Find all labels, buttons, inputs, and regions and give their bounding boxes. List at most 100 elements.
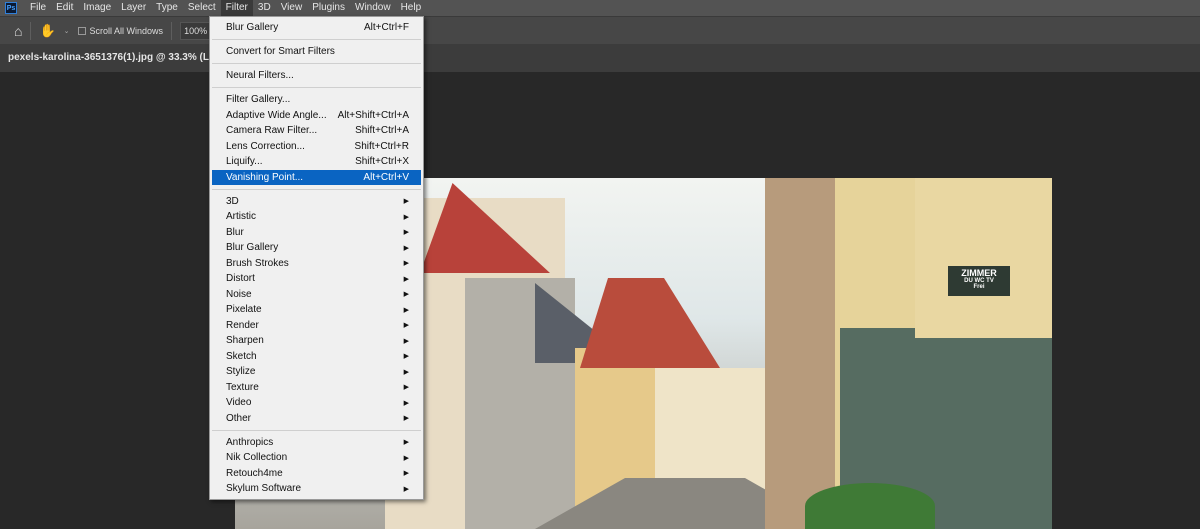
menu-plugins[interactable]: Plugins (307, 0, 350, 16)
submenu-arrow-icon: ▶ (403, 322, 409, 330)
menu-item-label: Neural Filters... (226, 70, 294, 82)
menu-item-label: Texture (226, 381, 259, 393)
menu-item-anthropics[interactable]: Anthropics ▶ (212, 435, 421, 451)
submenu-arrow-icon: ▶ (403, 244, 409, 252)
menu-item-label: Filter Gallery... (226, 94, 291, 106)
document-tab[interactable]: pexels-karolina-3651376(1).jpg @ 33.3% (… (8, 52, 230, 63)
submenu-arrow-icon: ▶ (403, 291, 409, 299)
menu-item-label: Liquify... (226, 156, 263, 168)
menu-item-render[interactable]: Render ▶ (212, 318, 421, 334)
menu-filter[interactable]: Filter (220, 0, 253, 16)
menu-file[interactable]: File (25, 0, 51, 16)
menu-item-blur-gallery[interactable]: Blur Gallery ▶ (212, 240, 421, 256)
menu-image[interactable]: Image (78, 0, 116, 16)
scroll-all-label: Scroll All Windows (89, 25, 164, 36)
menu-item-blur[interactable]: Blur ▶ (212, 225, 421, 241)
menu-separator (212, 63, 421, 65)
menu-item-other[interactable]: Other ▶ (212, 411, 421, 427)
menu-item-liquify[interactable]: Liquify... Shift+Ctrl+X (212, 154, 421, 170)
shortcut-label: Alt+Ctrl+V (363, 171, 409, 183)
shortcut-label: Alt+Shift+Ctrl+A (337, 109, 409, 121)
menu-item-convert-for-smart-filters[interactable]: Convert for Smart Filters (212, 44, 421, 60)
options-bar: ⌂ ✋ ⌄ Scroll All Windows 100% (0, 16, 1200, 44)
menu-item-sharpen[interactable]: Sharpen ▶ (212, 333, 421, 349)
menu-item-label: Camera Raw Filter... (226, 125, 318, 137)
menu-item-vanishing-point[interactable]: Vanishing Point... Alt+Ctrl+V (212, 169, 421, 185)
menu-separator (212, 429, 421, 431)
menu-item-label: Sketch (226, 350, 257, 362)
home-icon[interactable]: ⌂ (14, 23, 22, 39)
menu-type[interactable]: Type (151, 0, 183, 16)
divider (30, 21, 32, 40)
menu-item-sketch[interactable]: Sketch ▶ (212, 349, 421, 365)
menu-item-texture[interactable]: Texture ▶ (212, 380, 421, 396)
menu-item-noise[interactable]: Noise ▶ (212, 287, 421, 303)
menu-item-skylum-software[interactable]: Skylum Software ▶ (212, 481, 421, 497)
divider (171, 21, 173, 40)
submenu-arrow-icon: ▶ (403, 337, 409, 345)
menu-item-video[interactable]: Video ▶ (212, 395, 421, 411)
shortcut-label: Shift+Ctrl+A (355, 125, 409, 137)
menu-item-lens-correction[interactable]: Lens Correction... Shift+Ctrl+R (212, 139, 421, 155)
checkbox-icon[interactable] (77, 26, 86, 35)
submenu-arrow-icon: ▶ (403, 439, 409, 447)
shortcut-label: Alt+Ctrl+F (363, 22, 409, 34)
menu-item-label: Pixelate (226, 304, 262, 316)
menu-help[interactable]: Help (396, 0, 427, 16)
scroll-all-windows-checkbox[interactable]: Scroll All Windows (77, 25, 164, 36)
submenu-arrow-icon: ▶ (403, 384, 409, 392)
red-roof-2 (580, 278, 720, 368)
menu-window[interactable]: Window (350, 0, 396, 16)
menu-item-retouch4me[interactable]: Retouch4me ▶ (212, 466, 421, 482)
menu-item-label: Render (226, 319, 259, 331)
menu-edit[interactable]: Edit (51, 0, 78, 16)
submenu-arrow-icon: ▶ (403, 415, 409, 423)
menu-select[interactable]: Select (183, 0, 221, 16)
filter-menu: Blur Gallery Alt+Ctrl+F Convert for Smart … (209, 16, 424, 500)
photoshop-logo: Ps (5, 2, 17, 14)
building-right-3 (915, 178, 1052, 338)
chevron-down-icon[interactable]: ⌄ (64, 27, 70, 35)
menu-item-nik-collection[interactable]: Nik Collection ▶ (212, 450, 421, 466)
menu-item-pixelate[interactable]: Pixelate ▶ (212, 302, 421, 318)
menu-item-label: Blur Gallery (226, 22, 279, 34)
submenu-arrow-icon: ▶ (403, 485, 409, 493)
menu-layer[interactable]: Layer (116, 0, 151, 16)
menu-item-3d[interactable]: 3D ▶ (212, 194, 421, 210)
menu-item-label: Skylum Software (226, 483, 302, 495)
menu-item-label: Adaptive Wide Angle... (226, 109, 327, 121)
menu-item-label: Blur Gallery (226, 242, 279, 254)
menu-item-label: Stylize (226, 366, 256, 378)
menu-item-adaptive-wide-angle[interactable]: Adaptive Wide Angle... Alt+Shift+Ctrl+A (212, 108, 421, 124)
menu-item-artistic[interactable]: Artistic ▶ (212, 209, 421, 225)
menu-item-stylize[interactable]: Stylize ▶ (212, 364, 421, 380)
document-tab-bar: pexels-karolina-3651376(1).jpg @ 33.3% (… (0, 44, 1200, 72)
menu-item-label: 3D (226, 195, 239, 207)
submenu-arrow-icon: ▶ (403, 213, 409, 221)
menu-item-label: Distort (226, 273, 255, 285)
menu-item-blur-gallery[interactable]: Blur Gallery Alt+Ctrl+F (212, 20, 421, 36)
submenu-arrow-icon: ▶ (403, 306, 409, 314)
menu-item-filter-gallery[interactable]: Filter Gallery... (212, 92, 421, 108)
menu-item-label: Other (226, 412, 252, 424)
menu-item-label: Video (226, 397, 252, 409)
menu-view[interactable]: View (276, 0, 308, 16)
menu-item-label: Brush Strokes (226, 257, 289, 269)
submenu-arrow-icon: ▶ (403, 275, 409, 283)
menu-item-label: Artistic (226, 211, 256, 223)
menu-item-label: Retouch4me (226, 467, 283, 479)
menu-item-brush-strokes[interactable]: Brush Strokes ▶ (212, 256, 421, 272)
menu-item-label: Convert for Smart Filters (226, 46, 335, 58)
menu-item-label: Lens Correction... (226, 140, 305, 152)
menu-separator (212, 188, 421, 190)
menu-3d[interactable]: 3D (253, 0, 276, 16)
menu-item-neural-filters[interactable]: Neural Filters... (212, 68, 421, 84)
menu-item-label: Anthropics (226, 436, 274, 448)
hand-tool-icon[interactable]: ✋ (39, 23, 55, 39)
menu-item-camera-raw-filter[interactable]: Camera Raw Filter... Shift+Ctrl+A (212, 123, 421, 139)
menu-item-label: Nik Collection (226, 452, 288, 464)
shortcut-label: Shift+Ctrl+R (354, 140, 409, 152)
menu-item-label: Noise (226, 288, 252, 300)
menu-separator (212, 87, 421, 89)
menu-item-distort[interactable]: Distort ▶ (212, 271, 421, 287)
